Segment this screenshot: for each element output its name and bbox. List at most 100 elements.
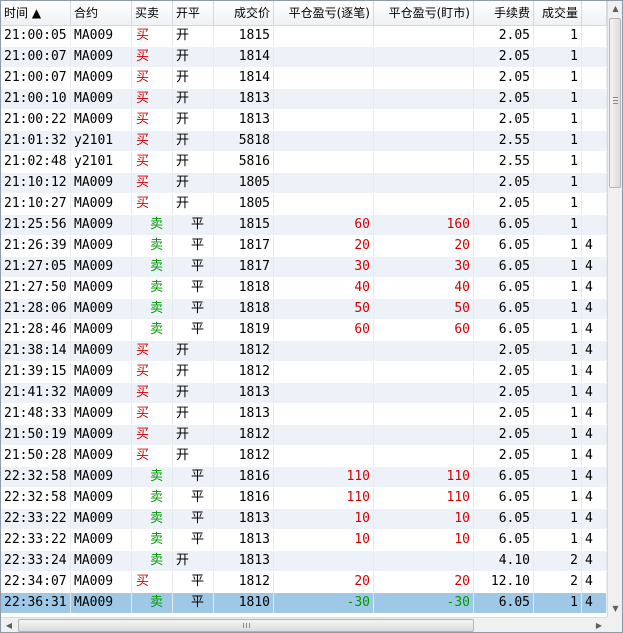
cell-buy-sell: 买 (132, 425, 173, 445)
cell-symbol: MA009 (71, 215, 132, 235)
vertical-scroll-thumb[interactable] (609, 18, 621, 188)
table-row[interactable]: 21:27:05 MA009 卖平 1817 30 30 6.05 1 4 (1, 257, 607, 278)
table-row[interactable]: 21:50:19 MA009 买开 1812 2.05 1 4 (1, 425, 607, 446)
cell-overflow: 4 (582, 467, 607, 487)
cell-symbol: MA009 (71, 551, 132, 571)
cell-overflow: 4 (582, 509, 607, 529)
cell-fee: 2.05 (474, 446, 534, 466)
cell-price: 1812 (214, 572, 274, 592)
cell-time: 21:48:33 (1, 404, 71, 424)
cell-fee: 6.05 (474, 299, 534, 319)
table-row[interactable]: 22:33:22 MA009 卖平 1813 10 10 6.05 1 4 (1, 530, 607, 551)
vertical-scrollbar[interactable]: ▲ ▼ (607, 1, 622, 617)
cell-pnl-by-trade (274, 110, 374, 130)
cell-fee: 6.05 (474, 257, 534, 277)
cell-overflow: 4 (582, 383, 607, 403)
cell-time: 21:00:05 (1, 26, 71, 46)
column-header-fee[interactable]: 手续费 (474, 1, 534, 25)
column-header-symbol[interactable]: 合约 (71, 1, 132, 25)
cell-pnl-by-trade (274, 194, 374, 214)
cell-pnl-by-trade: 10 (274, 509, 374, 529)
table-row[interactable]: 21:00:22 MA009 买开 1813 2.05 1 (1, 110, 607, 131)
table-row[interactable]: 21:25:56 MA009 卖平 1815 60 160 6.05 1 (1, 215, 607, 236)
cell-symbol: MA009 (71, 26, 132, 46)
table-row[interactable]: 21:48:33 MA009 买开 1813 2.05 1 4 (1, 404, 607, 425)
column-header-open-close[interactable]: 开平 (173, 1, 214, 25)
cell-open-close: 平 (173, 530, 214, 550)
table-row[interactable]: 21:38:14 MA009 买开 1812 2.05 1 4 (1, 341, 607, 362)
cell-buy-sell: 买 (132, 110, 173, 130)
cell-time: 22:33:24 (1, 551, 71, 571)
cell-buy-sell: 卖 (132, 278, 173, 298)
table-row[interactable]: 22:36:31 MA009 卖平 1810 -30 -30 6.05 1 4 (1, 593, 607, 614)
cell-price: 1813 (214, 110, 274, 130)
cell-pnl-mark-to-market (374, 68, 474, 88)
horizontal-scroll-thumb[interactable] (18, 619, 474, 632)
table-row[interactable]: 21:00:07 MA009 买开 1814 2.05 1 (1, 47, 607, 68)
cell-open-close: 开 (173, 341, 214, 361)
table-row[interactable]: 22:32:58 MA009 卖平 1816 110 110 6.05 1 4 (1, 488, 607, 509)
cell-time: 22:36:31 (1, 593, 71, 613)
table-row[interactable]: 21:28:06 MA009 卖平 1818 50 50 6.05 1 4 (1, 299, 607, 320)
cell-pnl-by-trade: -30 (274, 593, 374, 613)
column-header-pnl-by-trade[interactable]: 平仓盈亏(逐笔) (274, 1, 374, 25)
table-row[interactable]: 21:50:28 MA009 买开 1812 2.05 1 4 (1, 446, 607, 467)
cell-pnl-by-trade: 40 (274, 278, 374, 298)
column-header-price[interactable]: 成交价 (214, 1, 274, 25)
table-row[interactable]: 22:34:07 MA009 买平 1812 20 20 12.10 2 4 (1, 572, 607, 593)
table-row[interactable]: 21:27:50 MA009 卖平 1818 40 40 6.05 1 4 (1, 278, 607, 299)
cell-pnl-by-trade (274, 383, 374, 403)
table-row[interactable]: 22:33:24 MA009 卖开 1813 4.10 2 4 (1, 551, 607, 572)
column-header-pnl-mark-to-market[interactable]: 平仓盈亏(盯市) (374, 1, 474, 25)
table-row[interactable]: 21:41:32 MA009 买开 1813 2.05 1 4 (1, 383, 607, 404)
column-header-buy-sell[interactable]: 买卖 (132, 1, 173, 25)
cell-overflow (582, 68, 607, 88)
table-row[interactable]: 22:32:58 MA009 卖平 1816 110 110 6.05 1 4 (1, 467, 607, 488)
cell-pnl-mark-to-market (374, 173, 474, 193)
scroll-right-button[interactable]: ▶ (591, 618, 607, 632)
cell-pnl-by-trade (274, 68, 374, 88)
table-body: 21:00:05 MA009 买开 1815 2.05 1 21:00:07 MA009 买开 1… (1, 26, 607, 614)
cell-pnl-by-trade: 110 (274, 467, 374, 487)
cell-price: 1805 (214, 194, 274, 214)
table-row[interactable]: 21:28:46 MA009 卖平 1819 60 60 6.05 1 4 (1, 320, 607, 341)
table-row[interactable]: 21:10:12 MA009 买开 1805 2.05 1 (1, 173, 607, 194)
cell-pnl-mark-to-market: 30 (374, 257, 474, 277)
table-row[interactable]: 21:00:05 MA009 买开 1815 2.05 1 (1, 26, 607, 47)
cell-buy-sell: 卖 (132, 509, 173, 529)
cell-quantity: 1 (534, 47, 582, 67)
cell-fee: 6.05 (474, 593, 534, 613)
cell-open-close: 平 (173, 593, 214, 613)
horizontal-scrollbar[interactable]: ◀ ▶ (1, 617, 607, 632)
cell-overflow (582, 26, 607, 46)
scroll-down-button[interactable]: ▼ (608, 601, 622, 617)
scroll-left-button[interactable]: ◀ (1, 618, 17, 632)
table-row[interactable]: 21:10:27 MA009 买开 1805 2.05 1 (1, 194, 607, 215)
cell-pnl-by-trade (274, 26, 374, 46)
table-row[interactable]: 21:01:32 y2101 买开 5818 2.55 1 (1, 131, 607, 152)
scroll-up-button[interactable]: ▲ (608, 1, 622, 17)
table-row[interactable]: 21:02:48 y2101 买开 5816 2.55 1 (1, 152, 607, 173)
table-row[interactable]: 21:00:10 MA009 买开 1813 2.05 1 (1, 89, 607, 110)
cell-quantity: 1 (534, 194, 582, 214)
column-header-overflow[interactable] (582, 1, 607, 25)
cell-overflow: 4 (582, 404, 607, 424)
column-header-time[interactable]: 时间 ▲ (1, 1, 71, 25)
cell-symbol: MA009 (71, 488, 132, 508)
cell-overflow (582, 194, 607, 214)
cell-buy-sell: 买 (132, 341, 173, 361)
table-row[interactable]: 21:26:39 MA009 卖平 1817 20 20 6.05 1 4 (1, 236, 607, 257)
cell-time: 22:33:22 (1, 530, 71, 550)
table-row[interactable]: 21:39:15 MA009 买开 1812 2.05 1 4 (1, 362, 607, 383)
cell-symbol: MA009 (71, 341, 132, 361)
cell-overflow (582, 47, 607, 67)
table-row[interactable]: 22:33:22 MA009 卖平 1813 10 10 6.05 1 4 (1, 509, 607, 530)
cell-quantity: 1 (534, 26, 582, 46)
table-row[interactable]: 21:00:07 MA009 买开 1814 2.05 1 (1, 68, 607, 89)
cell-open-close: 开 (173, 26, 214, 46)
cell-open-close: 开 (173, 446, 214, 466)
cell-pnl-mark-to-market (374, 152, 474, 172)
grip-line (243, 623, 244, 628)
cell-open-close: 开 (173, 362, 214, 382)
column-header-quantity[interactable]: 成交量 (534, 1, 582, 25)
